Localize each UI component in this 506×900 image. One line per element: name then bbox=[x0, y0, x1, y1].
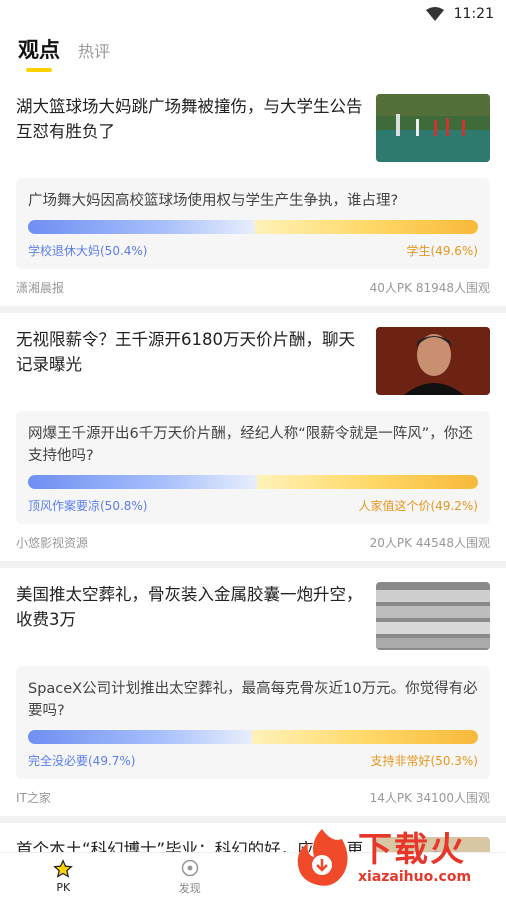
card-source: 潇湘晨报 bbox=[16, 281, 65, 295]
card-source: 小悠影视资源 bbox=[16, 536, 89, 550]
card-stats: 14人PK 34100人围观 bbox=[369, 791, 490, 805]
poll-bar-right bbox=[251, 730, 478, 744]
tab-hot-comments[interactable]: 热评 bbox=[78, 38, 110, 72]
card-stats: 40人PK 81948人围观 bbox=[369, 281, 490, 295]
fire-logo-icon bbox=[297, 829, 348, 886]
card-title[interactable]: 美国推太空葬礼，骨灰装入金属胶囊一炮升空，收费3万 bbox=[16, 582, 366, 632]
poll-option-right[interactable]: 人家值这个价(49.2%) bbox=[359, 497, 479, 514]
card-title[interactable]: 无视限薪令？王千源开6180万天价片酬，聊天记录曝光 bbox=[16, 327, 366, 377]
basketball-court-photo[interactable] bbox=[376, 94, 490, 162]
actor-portrait-photo[interactable] bbox=[376, 327, 490, 395]
poll-bar bbox=[28, 475, 478, 489]
status-time: 11:21 bbox=[453, 6, 494, 22]
watermark-url: xiazaihuo.com bbox=[358, 869, 472, 885]
nav-discover[interactable]: 发现 bbox=[127, 853, 254, 900]
site-watermark: 下载火 xiazaihuo.com bbox=[292, 822, 502, 894]
active-tab-indicator bbox=[26, 68, 52, 72]
poll-question: 广场舞大妈因高校篮球场使用权与学生产生争执，谁占理? bbox=[28, 193, 399, 209]
watermark-title: 下载火 bbox=[358, 830, 466, 870]
star-icon bbox=[53, 859, 74, 878]
tab-viewpoint-label: 观点 bbox=[18, 38, 60, 62]
poll-bar bbox=[28, 730, 478, 744]
card-title[interactable]: 湖大篮球场大妈跳广场舞被撞伤，与大学生公告互怼有胜负了 bbox=[16, 94, 366, 144]
tab-viewpoint[interactable]: 观点 bbox=[18, 34, 60, 72]
card-source: IT之家 bbox=[16, 791, 51, 805]
poll-box[interactable]: 网爆王千源开出6千万天价片酬，经纪人称“限薪令就是一阵风”，你还支持他吗? 顶风… bbox=[16, 411, 490, 524]
poll-option-right[interactable]: 学生(49.6%) bbox=[407, 242, 479, 259]
poll-question: 网爆王千源开出6千万天价片酬，经纪人称“限薪令就是一阵风”，你还支持他吗? bbox=[28, 426, 473, 464]
poll-bar-right bbox=[254, 220, 478, 234]
poll-box[interactable]: SpaceX公司计划推出太空葬礼，最高每克骨灰近10万元。你觉得有必要吗? 完全… bbox=[16, 666, 490, 779]
tab-hot-comments-label: 热评 bbox=[78, 42, 111, 61]
nav-discover-label: 发现 bbox=[178, 881, 201, 895]
topic-card[interactable]: 美国推太空葬礼，骨灰装入金属胶囊一炮升空，收费3万 SpaceX公司计划推出太空… bbox=[0, 568, 506, 823]
topic-card[interactable]: 湖大篮球场大妈跳广场舞被撞伤，与大学生公告互怼有胜负了 广场舞大妈因高校篮球场使… bbox=[0, 80, 506, 313]
poll-box[interactable]: 广场舞大妈因高校篮球场使用权与学生产生争执，谁占理? 学校退休大妈(50.4%)… bbox=[16, 178, 490, 269]
poll-option-left[interactable]: 完全没必要(49.7%) bbox=[28, 752, 136, 769]
compass-icon bbox=[181, 859, 198, 876]
status-bar: 11:21 bbox=[0, 0, 506, 28]
topic-card[interactable]: 无视限薪令？王千源开6180万天价片酬，聊天记录曝光 网爆王千源开出6千万天价片… bbox=[0, 313, 506, 568]
poll-bar-left bbox=[28, 730, 252, 744]
poll-bar-left bbox=[28, 220, 255, 234]
top-tabs: 观点 热评 bbox=[0, 28, 506, 72]
nav-pk[interactable]: PK bbox=[0, 853, 127, 900]
poll-question: SpaceX公司计划推出太空葬礼，最高每克骨灰近10万元。你觉得有必要吗? bbox=[28, 681, 478, 719]
feed-list[interactable]: 湖大篮球场大妈跳广场舞被撞伤，与大学生公告互怼有胜负了 广场舞大妈因高校篮球场使… bbox=[0, 80, 506, 852]
nav-pk-label: PK bbox=[56, 881, 71, 894]
poll-bar-right bbox=[256, 475, 478, 489]
wifi-icon bbox=[425, 7, 444, 21]
metal-capsules-photo[interactable] bbox=[376, 582, 490, 650]
poll-option-left[interactable]: 顶风作案要凉(50.8%) bbox=[28, 497, 148, 514]
poll-option-left[interactable]: 学校退休大妈(50.4%) bbox=[28, 242, 148, 259]
poll-bar bbox=[28, 220, 478, 234]
card-stats: 20人PK 44548人围观 bbox=[369, 536, 490, 550]
poll-bar-left bbox=[28, 475, 257, 489]
poll-option-right[interactable]: 支持非常好(50.3%) bbox=[371, 752, 479, 769]
